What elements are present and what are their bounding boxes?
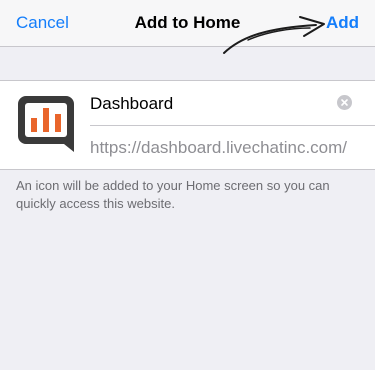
livechat-dashboard-app-icon [18,96,74,152]
add-button[interactable]: Add [326,12,359,34]
bookmark-name-input[interactable] [90,93,326,115]
row-separator [90,125,375,126]
clear-circle-x-icon[interactable] [337,95,352,110]
info-text: An icon will be added to your Home scree… [16,178,330,211]
bookmark-url: https://dashboard.livechatinc.com/ [90,138,348,157]
hand-drawn-arrow-icon [223,16,325,54]
bookmark-card: https://dashboard.livechatinc.com/ [0,80,375,170]
